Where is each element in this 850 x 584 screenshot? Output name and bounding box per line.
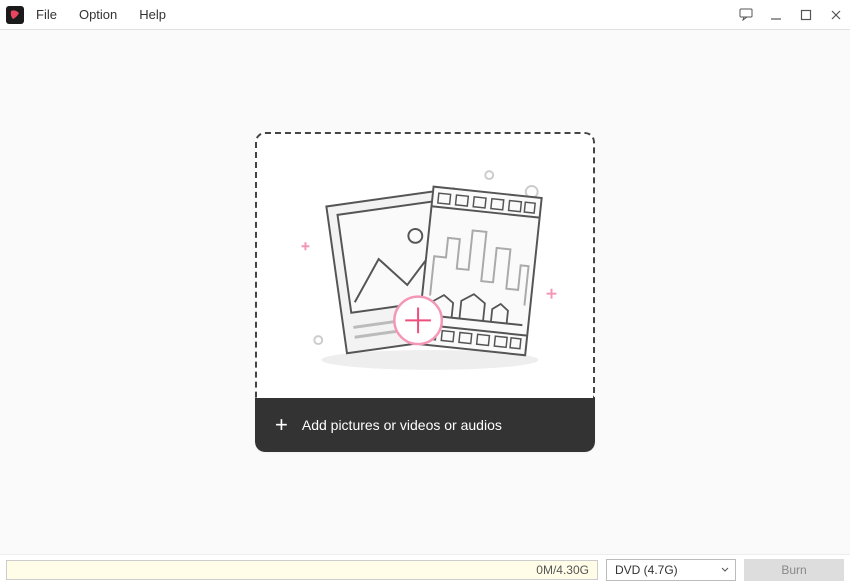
minimize-icon[interactable] <box>768 7 784 23</box>
maximize-icon[interactable] <box>798 7 814 23</box>
burn-button[interactable]: Burn <box>744 559 844 581</box>
close-icon[interactable] <box>828 7 844 23</box>
burn-label: Burn <box>781 563 806 577</box>
app-icon <box>6 6 24 24</box>
feedback-icon[interactable] <box>738 7 754 23</box>
add-media-button[interactable]: + Add pictures or videos or audios <box>255 398 595 452</box>
dropzone[interactable]: + Add pictures or videos or audios <box>255 132 595 452</box>
capacity-text: 0M/4.30G <box>536 563 589 577</box>
capacity-meter: 0M/4.30G <box>6 560 598 580</box>
dropzone-illustration[interactable] <box>255 132 595 398</box>
titlebar: File Option Help <box>0 0 850 30</box>
menu-file[interactable]: File <box>36 7 57 22</box>
plus-icon: + <box>275 414 288 436</box>
add-media-label: Add pictures or videos or audios <box>302 417 502 433</box>
disc-type-value: DVD (4.7G) <box>615 563 678 577</box>
menu-bar: File Option Help <box>36 7 166 22</box>
menu-option[interactable]: Option <box>79 7 117 22</box>
window-controls <box>738 7 844 23</box>
disc-type-select[interactable]: DVD (4.7G) <box>606 559 736 581</box>
footer-bar: 0M/4.30G DVD (4.7G) Burn <box>0 554 850 584</box>
content-area: + Add pictures or videos or audios <box>0 30 850 554</box>
chevron-down-icon <box>721 567 729 572</box>
menu-help[interactable]: Help <box>139 7 166 22</box>
